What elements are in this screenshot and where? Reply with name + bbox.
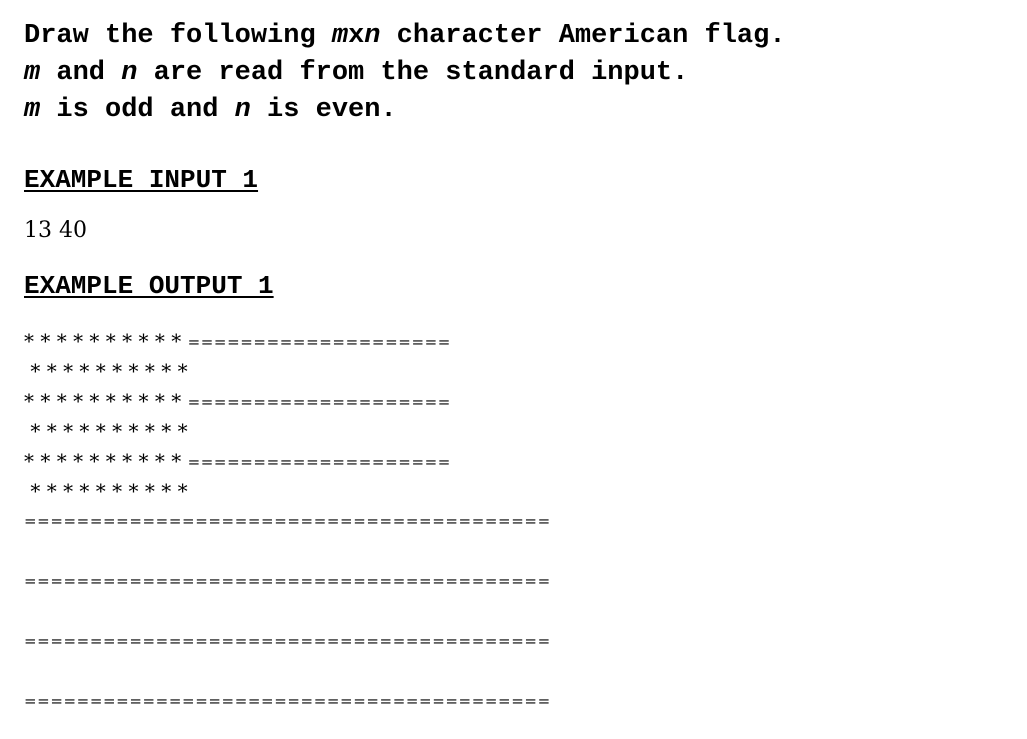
example-output-heading: EXAMPLE OUTPUT 1 xyxy=(24,271,274,301)
example-input-heading: EXAMPLE INPUT 1 xyxy=(24,165,259,195)
description-line-3: m is odd and n is even. xyxy=(24,92,1014,129)
output-line: * * * * * * * * * * ==================== xyxy=(24,326,1014,356)
output-line: ======================================== xyxy=(24,686,1014,716)
star-field: * * * * * * * * * * xyxy=(24,389,188,413)
variable-name: n xyxy=(121,58,138,88)
stripe: ==================== xyxy=(187,393,451,411)
star-field: * * * * * * * * * * xyxy=(24,449,188,473)
star-field: * * * * * * * * * * xyxy=(24,419,188,443)
output-line: * * * * * * * * * * ==================== xyxy=(24,386,1014,416)
output-line: * * * * * * * * * * xyxy=(24,356,1014,386)
text-segment: x xyxy=(348,21,365,51)
text-segment: and xyxy=(40,58,122,88)
variable-name: m xyxy=(331,21,349,51)
output-line: * * * * * * * * * * xyxy=(24,476,1014,506)
text-segment: Draw the following xyxy=(24,21,332,51)
output-line: ======================================== xyxy=(24,566,1014,596)
variable-name: n xyxy=(234,95,251,125)
output-line: ======================================== xyxy=(24,626,1014,656)
output-line: * * * * * * * * * * xyxy=(24,416,1014,446)
stripe: ==================== xyxy=(187,333,451,351)
star-field: * * * * * * * * * * xyxy=(24,479,188,503)
output-line: ======================================== xyxy=(24,506,1014,536)
star-field: * * * * * * * * * * xyxy=(24,359,188,383)
description-line-1: Draw the following mxn character America… xyxy=(24,18,1014,55)
stripe: ==================== xyxy=(187,453,451,471)
example-input-value: 13 40 xyxy=(24,218,87,243)
stripe: ======================================== xyxy=(24,512,551,530)
problem-statement: Draw the following mxn character America… xyxy=(24,18,1014,716)
text-segment: are read from the standard input. xyxy=(137,58,689,88)
text-segment: character American flag. xyxy=(380,21,786,51)
stripe: ======================================== xyxy=(24,692,551,710)
variable-name: m xyxy=(24,58,41,88)
stripe: ======================================== xyxy=(24,572,551,590)
variable-name: m xyxy=(24,95,41,125)
variable-name: n xyxy=(364,21,381,51)
star-field: * * * * * * * * * * xyxy=(24,329,188,353)
example-output-flag: * * * * * * * * * * ====================… xyxy=(24,326,1014,716)
text-segment: is even. xyxy=(250,95,397,125)
description-line-2: m and n are read from the standard input… xyxy=(24,55,1014,92)
text-segment: is odd and xyxy=(40,95,235,125)
stripe: ======================================== xyxy=(24,632,551,650)
output-line: * * * * * * * * * * ==================== xyxy=(24,446,1014,476)
problem-description: Draw the following mxn character America… xyxy=(24,18,1014,129)
